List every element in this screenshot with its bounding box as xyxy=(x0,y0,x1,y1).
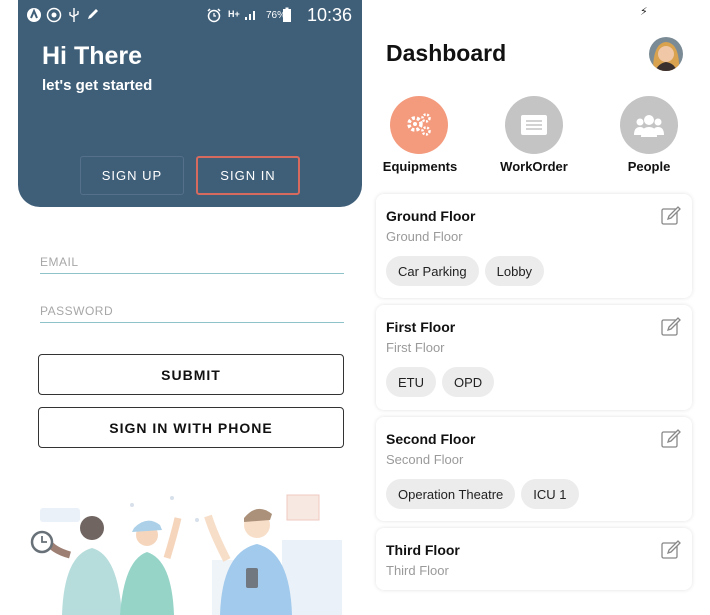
sign-in-screen: H+ 76% 10:36 Hi There let's get started … xyxy=(0,0,362,615)
edit-icon[interactable] xyxy=(660,539,682,561)
list-icon xyxy=(521,115,547,135)
area-chips: Car Parking Lobby xyxy=(386,256,545,286)
welcome-header: H+ 76% 10:36 Hi There let's get started … xyxy=(18,0,362,207)
battery-icon xyxy=(282,7,292,27)
area-chips: Operation Theatre ICU 1 xyxy=(386,479,579,509)
submit-button[interactable]: SUBMIT xyxy=(38,354,344,395)
team-high-five-illustration xyxy=(30,494,342,615)
category-label: Equipments xyxy=(382,159,458,174)
usb-icon xyxy=(68,7,80,27)
edit-icon[interactable] xyxy=(660,205,682,227)
avatar[interactable] xyxy=(649,37,683,71)
area-chip[interactable]: Operation Theatre xyxy=(386,479,516,509)
sign-in-with-phone-button[interactable]: SIGN IN WITH PHONE xyxy=(38,407,344,448)
password-field[interactable] xyxy=(40,301,344,321)
category-label: WorkOrder xyxy=(500,159,568,174)
floor-card-second[interactable]: Second Floor Second Floor Operation Thea… xyxy=(376,417,692,521)
app-icon xyxy=(26,7,42,27)
area-chip[interactable]: ETU xyxy=(386,367,436,397)
email-field[interactable] xyxy=(40,252,344,272)
category-icon-circle xyxy=(505,96,563,154)
email-field-wrapper xyxy=(40,252,344,274)
category-icon-circle xyxy=(620,96,678,154)
floor-name: Ground Floor xyxy=(386,208,476,224)
category-people[interactable]: People xyxy=(604,96,694,181)
area-chip[interactable]: Car Parking xyxy=(386,256,479,286)
whatsapp-icon xyxy=(46,7,62,27)
floor-card-first[interactable]: First Floor First Floor ETU OPD xyxy=(376,305,692,410)
gears-icon xyxy=(407,113,431,136)
edit-icon[interactable] xyxy=(660,428,682,450)
password-field-wrapper xyxy=(40,301,344,323)
area-chips: ETU OPD xyxy=(386,367,495,397)
page-subtitle: let's get started xyxy=(42,77,153,94)
floor-name: Third Floor xyxy=(386,542,460,558)
dashboard-screen: ⚡ Dashboard Equipments WorkOrder People … xyxy=(370,0,710,615)
category-icon-circle xyxy=(390,96,448,154)
dashboard-title: Dashboard xyxy=(386,40,507,66)
floor-subtitle: First Floor xyxy=(386,340,445,355)
tab-sign-up[interactable]: SIGN UP xyxy=(80,156,184,195)
tab-sign-in[interactable]: SIGN IN xyxy=(196,156,300,195)
status-bar: H+ 76% 10:36 xyxy=(18,0,362,32)
category-label: People xyxy=(627,159,671,174)
signal-icon xyxy=(244,7,258,25)
area-chip[interactable]: ICU 1 xyxy=(521,479,579,509)
category-workorder[interactable]: WorkOrder xyxy=(489,96,579,181)
clock: 10:36 xyxy=(306,5,352,25)
floor-subtitle: Third Floor xyxy=(386,563,449,578)
floor-card-ground[interactable]: Ground Floor Ground Floor Car Parking Lo… xyxy=(376,194,692,298)
charging-icon: ⚡ xyxy=(640,6,648,18)
area-chip[interactable]: Lobby xyxy=(484,256,545,286)
people-icon xyxy=(634,115,664,137)
floor-card-third[interactable]: Third Floor Third Floor xyxy=(376,528,692,590)
floor-name: Second Floor xyxy=(386,431,476,447)
floor-subtitle: Ground Floor xyxy=(386,229,463,244)
area-chip[interactable]: OPD xyxy=(442,367,495,397)
edit-icon[interactable] xyxy=(660,316,682,338)
network-type-label: H+ xyxy=(228,9,240,19)
floor-name: First Floor xyxy=(386,319,456,335)
floor-subtitle: Second Floor xyxy=(386,452,464,467)
alarm-icon xyxy=(206,7,222,27)
category-equipments[interactable]: Equipments xyxy=(375,96,465,181)
pen-icon xyxy=(86,7,100,25)
page-title: Hi There xyxy=(42,42,143,70)
